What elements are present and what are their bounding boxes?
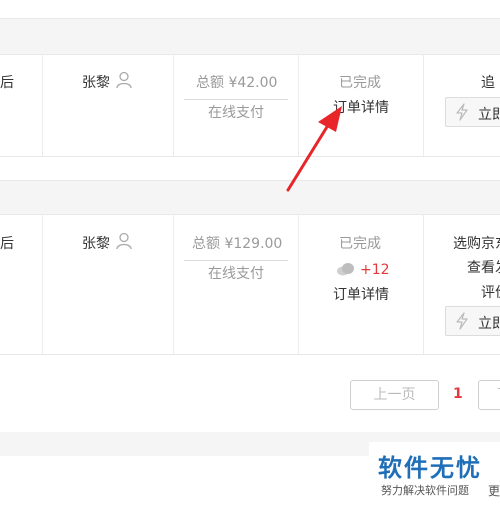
order-status: 已完成 xyxy=(339,236,381,252)
order-header-band-2 xyxy=(0,180,500,214)
row-divider xyxy=(0,18,500,19)
buy-again-link[interactable]: 选购京东 xyxy=(453,235,500,253)
amount-divider xyxy=(184,260,288,261)
store-name-fragment: 后 xyxy=(0,75,14,91)
points-reward: +12 xyxy=(360,262,390,278)
watermark-subtitle: 努力解决软件问题 xyxy=(381,484,469,497)
receiver-name: 张黎 xyxy=(82,75,110,91)
row-divider xyxy=(0,54,500,55)
prev-page-button[interactable]: 上一页 xyxy=(350,380,439,410)
review-link[interactable]: 评价 xyxy=(481,284,500,302)
row-divider xyxy=(0,214,500,215)
view-invoice-link[interactable]: 查看发 xyxy=(467,259,500,277)
col-divider xyxy=(298,214,299,354)
cloud-icon xyxy=(336,261,356,280)
payment-method: 在线支付 xyxy=(208,105,264,121)
col-divider xyxy=(42,214,43,354)
quick-action-label: 立即 xyxy=(478,107,500,123)
order-total: 总额 ¥129.00 xyxy=(192,236,283,252)
top-band xyxy=(0,0,500,18)
receiver-name: 张黎 xyxy=(82,236,110,252)
watermark: 软件无忧 努力解决软件问题 更 xyxy=(369,442,500,508)
col-divider xyxy=(173,54,174,156)
col-divider xyxy=(423,54,424,156)
amount-divider xyxy=(184,99,288,100)
order-status: 已完成 xyxy=(339,75,381,91)
quick-action-label: 立即 xyxy=(478,316,500,332)
lightning-icon xyxy=(455,312,469,334)
col-divider xyxy=(423,214,424,354)
col-divider xyxy=(42,54,43,156)
row-divider xyxy=(0,354,500,355)
quick-action-button[interactable]: 立即 xyxy=(445,97,500,127)
col-divider xyxy=(173,214,174,354)
row-divider xyxy=(0,156,500,157)
user-icon[interactable] xyxy=(116,232,132,254)
next-page-button[interactable]: 下 xyxy=(478,380,500,410)
order-total: 总额 ¥42.00 xyxy=(196,75,278,91)
user-icon[interactable] xyxy=(116,71,132,93)
order-detail-link[interactable]: 订单详情 xyxy=(333,286,389,304)
payment-method: 在线支付 xyxy=(208,266,264,282)
row-divider xyxy=(0,180,500,181)
current-page-number[interactable]: 1 xyxy=(453,385,463,403)
watermark-title: 软件无忧 xyxy=(378,454,482,482)
store-name-fragment: 后 xyxy=(0,236,14,252)
watermark-side-char: 更 xyxy=(488,484,500,498)
annotation-arrow xyxy=(286,106,342,192)
quick-action-button[interactable]: 立即 xyxy=(445,306,500,336)
action-text[interactable]: 追 xyxy=(481,74,495,92)
order-header-band-1 xyxy=(0,18,500,54)
lightning-icon xyxy=(455,103,469,125)
